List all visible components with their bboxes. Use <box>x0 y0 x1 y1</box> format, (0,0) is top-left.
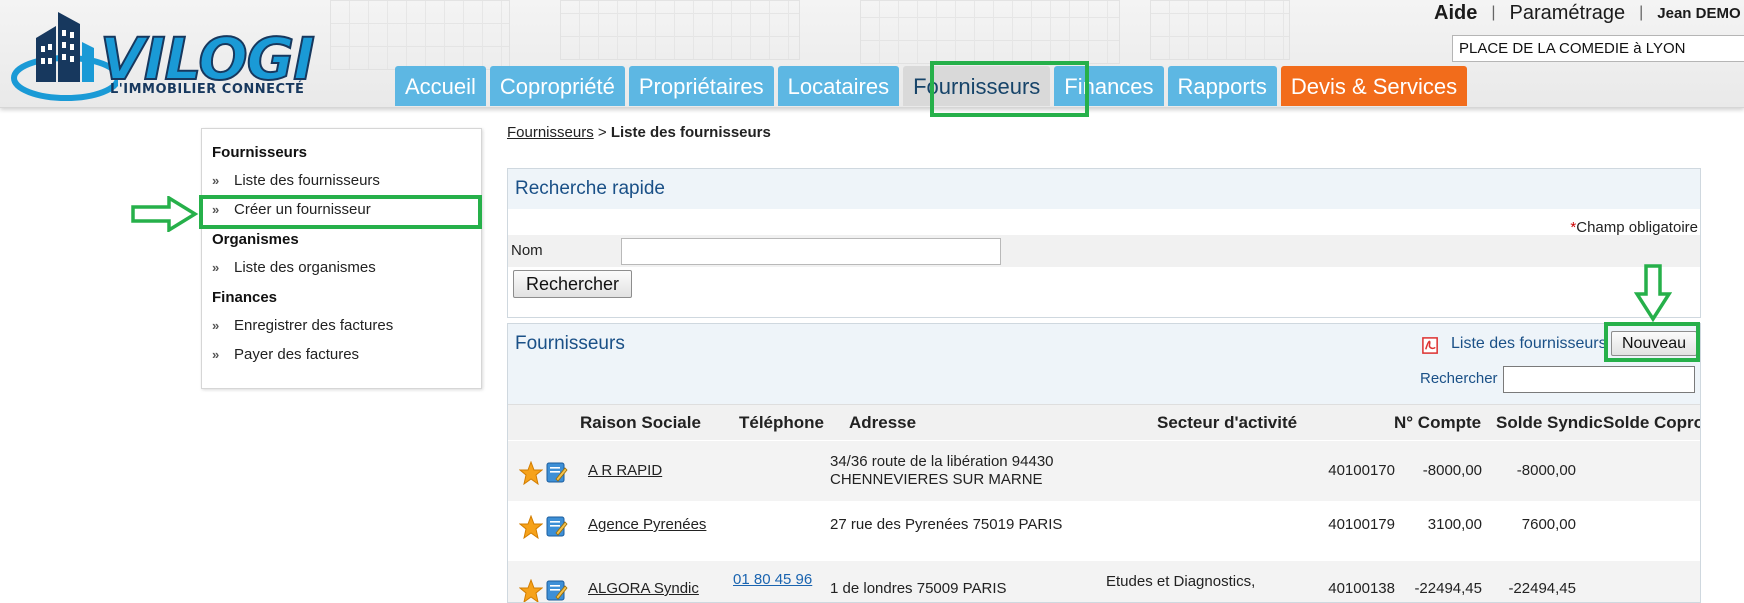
sidebar-item-label: Payer des factures <box>234 346 360 363</box>
column-header-compte[interactable]: N° Compte <box>1394 413 1481 433</box>
filter-input[interactable] <box>1503 366 1695 393</box>
sidebar-item-liste-fournisseurs[interactable]: » Liste des fournisseurs <box>212 172 380 189</box>
table-row: Agence Pyrenées 27 rue des Pyrenées 7501… <box>508 501 1700 561</box>
background-building <box>330 0 510 70</box>
sidebar-item-label: Liste des fournisseurs <box>234 172 380 189</box>
favorite-star-icon[interactable] <box>519 579 543 603</box>
table-row: A R RAPID 34/36 route de la libération 9… <box>508 441 1700 501</box>
name-label: Nom <box>511 242 543 259</box>
edit-icon[interactable] <box>546 579 568 601</box>
highlight-box-creer-fournisseur <box>199 195 482 229</box>
sidebar-item-enregistrer-factures[interactable]: » Enregistrer des factures <box>212 317 393 334</box>
quick-search-panel: Recherche rapide *Champ obligatoire Nom … <box>507 168 1701 318</box>
supplier-list-title: Fournisseurs <box>515 333 625 354</box>
quick-search-title: Recherche rapide <box>508 169 1700 209</box>
column-header-solde-copro[interactable]: Solde Copro <box>1603 413 1700 433</box>
required-note: *Champ obligatoire <box>1570 219 1698 236</box>
top-links: Aide | Paramétrage | Jean DEMO <box>1434 0 1741 26</box>
app-header: VILOGI L'IMMOBILIER CONNECTÉ Aide | Para… <box>0 0 1744 108</box>
supplier-list-header: Fournisseurs Liste des fournisseurs Nouv… <box>508 324 1700 404</box>
supplier-list-pdf-link[interactable]: Liste des fournisseurs <box>1451 335 1607 353</box>
supplier-address: 27 rue des Pyrenées 75019 PARIS <box>830 516 1063 533</box>
user-menu[interactable]: Jean DEMO <box>1657 5 1740 22</box>
search-button[interactable]: Rechercher <box>513 270 633 298</box>
supplier-account: 40100170 <box>1328 462 1395 479</box>
breadcrumb-current: Liste des fournisseurs <box>610 124 771 141</box>
column-header-telephone[interactable]: Téléphone <box>739 413 824 433</box>
supplier-sector: Etudes et Diagnostics, <box>1106 573 1256 590</box>
favorite-star-icon[interactable] <box>519 515 543 539</box>
logo-tagline: L'IMMOBILIER CONNECTÉ <box>110 82 305 97</box>
sidebar-item-liste-organismes[interactable]: » Liste des organismes <box>212 259 376 276</box>
supplier-solde-syndic: -8000,00 <box>1422 462 1482 479</box>
background-building <box>1150 0 1290 60</box>
supplier-solde-copro: -8000,00 <box>1516 462 1576 479</box>
supplier-list-panel: Fournisseurs Liste des fournisseurs Nouv… <box>507 323 1701 603</box>
double-chevron-icon: » <box>212 173 220 188</box>
sidebar-section-organismes: Organismes <box>212 231 299 248</box>
background-building <box>860 0 1120 64</box>
name-search-input[interactable] <box>621 238 1001 265</box>
double-chevron-icon: » <box>212 347 220 362</box>
supplier-solde-copro: 7600,00 <box>1521 516 1576 533</box>
tab-proprietaires[interactable]: Propriétaires <box>628 66 774 106</box>
breadcrumb-separator: > <box>597 124 607 141</box>
logo-wordmark: VILOGI <box>99 25 316 93</box>
filter-label: Rechercher <box>1420 370 1498 387</box>
column-header-secteur[interactable]: Secteur d'activité <box>1157 413 1297 433</box>
sidebar-item-label: Enregistrer des factures <box>234 317 394 334</box>
tab-accueil[interactable]: Accueil <box>395 66 486 106</box>
separator: | <box>1491 4 1496 21</box>
settings-link[interactable]: Paramétrage <box>1510 2 1626 25</box>
tab-locataires[interactable]: Locataires <box>777 66 900 106</box>
arrow-down-icon <box>1634 264 1672 322</box>
breadcrumb-link-fournisseurs[interactable]: Fournisseurs <box>507 124 594 141</box>
column-header-adresse[interactable]: Adresse <box>849 413 916 433</box>
copropriete-selector[interactable]: PLACE DE LA COMEDIE à LYON <box>1452 35 1744 62</box>
supplier-address: 34/36 route de la libération 94430 <box>830 453 1054 470</box>
background-building <box>560 0 800 60</box>
supplier-name-link[interactable]: Agence Pyrenées <box>588 516 706 534</box>
supplier-account: 40100138 <box>1328 580 1395 597</box>
pdf-icon[interactable] <box>1421 336 1440 355</box>
edit-icon[interactable] <box>546 515 568 537</box>
supplier-name-link[interactable]: ALGORA Syndic <box>588 580 699 598</box>
supplier-solde-syndic: 3100,00 <box>1427 516 1482 533</box>
vilogi-logo[interactable]: VILOGI L'IMMOBILIER CONNECTÉ <box>8 8 328 106</box>
supplier-solde-copro: -22494,45 <box>1508 580 1576 597</box>
supplier-phone-link[interactable]: 01 80 45 96 <box>733 571 812 589</box>
supplier-name-link[interactable]: A R RAPID <box>588 462 662 480</box>
tab-copropriete[interactable]: Copropriété <box>489 66 625 106</box>
highlight-box-nouveau-button <box>1604 322 1700 362</box>
supplier-address: 1 de londres 75009 PARIS <box>830 580 1007 597</box>
sidebar-item-label: Liste des organismes <box>234 259 376 276</box>
supplier-account: 40100179 <box>1328 516 1395 533</box>
column-header-raison-sociale[interactable]: Raison Sociale <box>580 413 701 433</box>
sidebar-section-fournisseurs: Fournisseurs <box>212 144 308 161</box>
sidebar-item-payer-factures[interactable]: » Payer des factures <box>212 346 359 363</box>
double-chevron-icon: » <box>212 260 220 275</box>
table-row: ALGORA Syndic 01 80 45 96 1 de londres 7… <box>508 561 1700 603</box>
table-header: Raison Sociale Téléphone Adresse Secteur… <box>508 404 1700 440</box>
favorite-star-icon[interactable] <box>519 461 543 485</box>
highlight-box-fournisseurs-tab <box>930 61 1089 117</box>
column-header-solde-syndic[interactable]: Solde Syndic <box>1496 413 1603 433</box>
double-chevron-icon: » <box>212 318 220 333</box>
arrow-right-icon <box>131 196 199 232</box>
sidebar-menu: Fournisseurs » Liste des fournisseurs » … <box>201 128 482 389</box>
tab-devis-services[interactable]: Devis & Services <box>1280 66 1468 106</box>
supplier-address: CHENNEVIERES SUR MARNE <box>830 471 1043 488</box>
edit-icon[interactable] <box>546 461 568 483</box>
supplier-solde-syndic: -22494,45 <box>1414 580 1482 597</box>
help-link[interactable]: Aide <box>1434 2 1477 25</box>
sidebar-section-finances: Finances <box>212 289 278 306</box>
tab-rapports[interactable]: Rapports <box>1167 66 1277 106</box>
breadcrumb: Fournisseurs > Liste des fournisseurs <box>507 124 771 141</box>
separator: | <box>1639 4 1644 21</box>
